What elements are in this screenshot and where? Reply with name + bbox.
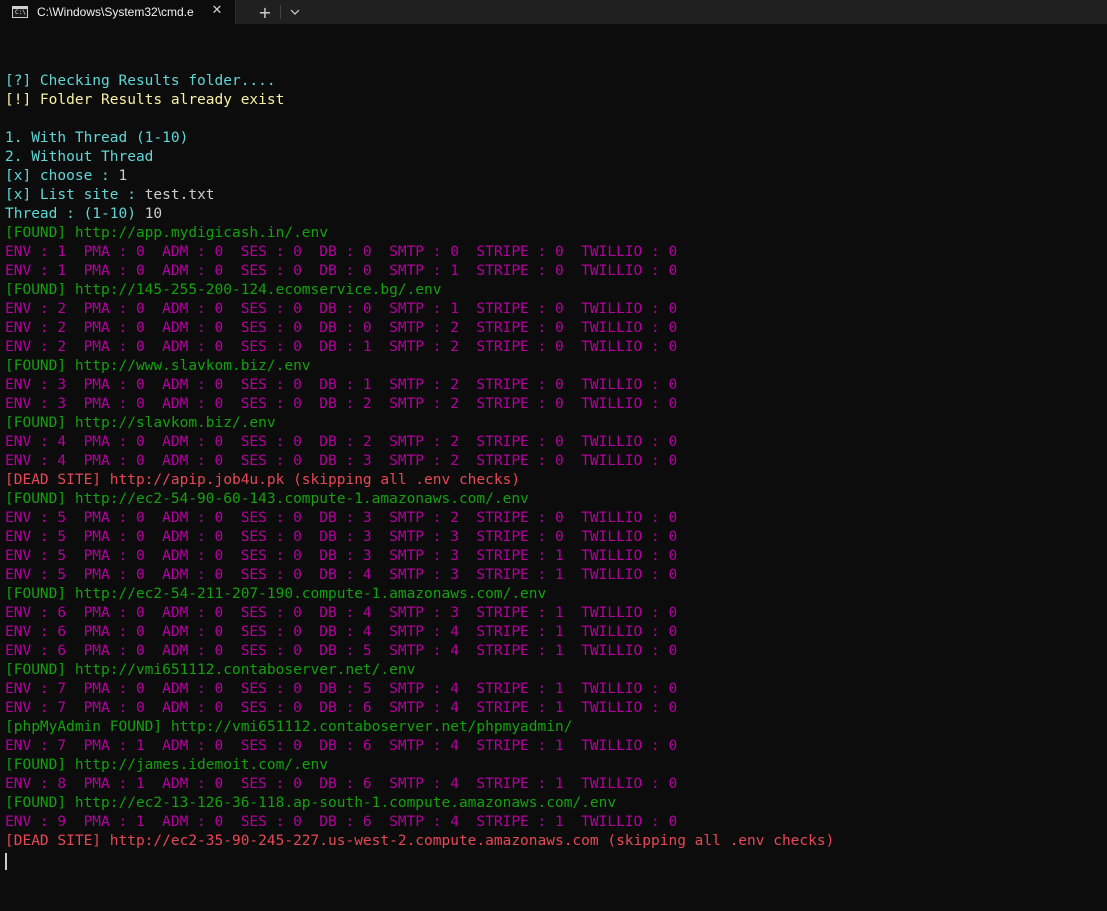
console-text: ENV : 1 PMA : 0 ADM : 0 SES : 0 DB : 0 S… [5, 263, 678, 279]
console-text: [FOUND] http://ec2-54-90-60-143.compute-… [5, 491, 529, 507]
console-text: [!] Folder Results already exist [5, 92, 285, 108]
text-cursor [5, 853, 7, 870]
console-text: ENV : 5 PMA : 0 ADM : 0 SES : 0 DB : 3 S… [5, 548, 678, 564]
console-text: ENV : 6 PMA : 0 ADM : 0 SES : 0 DB : 4 S… [5, 605, 678, 621]
console-line: [FOUND] http://ec2-13-126-36-118.ap-sout… [5, 794, 1107, 813]
console-text: ENV : 1 PMA : 0 ADM : 0 SES : 0 DB : 0 S… [5, 244, 678, 260]
console-line: ENV : 4 PMA : 0 ADM : 0 SES : 0 DB : 2 S… [5, 433, 1107, 452]
tab-title: C:\Windows\System32\cmd.e [37, 5, 194, 19]
console-text: ENV : 2 PMA : 0 ADM : 0 SES : 0 DB : 0 S… [5, 320, 678, 336]
console-line: ENV : 7 PMA : 1 ADM : 0 SES : 0 DB : 6 S… [5, 737, 1107, 756]
console-text: [DEAD SITE] http://ec2-35-90-245-227.us-… [5, 833, 835, 849]
console-line: ENV : 3 PMA : 0 ADM : 0 SES : 0 DB : 2 S… [5, 395, 1107, 414]
console-text: ENV : 2 PMA : 0 ADM : 0 SES : 0 DB : 1 S… [5, 339, 678, 355]
title-bar: C:\ C:\Windows\System32\cmd.e ✕ + [0, 0, 1107, 24]
console-text: ENV : 7 PMA : 0 ADM : 0 SES : 0 DB : 6 S… [5, 700, 678, 716]
console-line: [FOUND] http://www.slavkom.biz/.env [5, 357, 1107, 376]
console-text: [FOUND] http://www.slavkom.biz/.env [5, 358, 311, 374]
console-line: ENV : 3 PMA : 0 ADM : 0 SES : 0 DB : 1 S… [5, 376, 1107, 395]
console-line: [FOUND] http://ec2-54-211-207-190.comput… [5, 585, 1107, 604]
console-text: [DEAD SITE] http://apip.job4u.pk (skippi… [5, 472, 521, 488]
close-icon[interactable]: ✕ [209, 3, 225, 19]
console-line: [DEAD SITE] http://apip.job4u.pk (skippi… [5, 471, 1107, 490]
console-line: [FOUND] http://slavkom.biz/.env [5, 414, 1107, 433]
console-line: [DEAD SITE] http://ec2-35-90-245-227.us-… [5, 832, 1107, 851]
console-line: ENV : 1 PMA : 0 ADM : 0 SES : 0 DB : 0 S… [5, 243, 1107, 262]
console-line: ENV : 4 PMA : 0 ADM : 0 SES : 0 DB : 3 S… [5, 452, 1107, 471]
console-line: ENV : 2 PMA : 0 ADM : 0 SES : 0 DB : 0 S… [5, 300, 1107, 319]
tab-cmd[interactable]: C:\ C:\Windows\System32\cmd.e ✕ [0, 0, 236, 24]
terminal-window: C:\ C:\Windows\System32\cmd.e ✕ + [?] Ch… [0, 0, 1107, 911]
console-line: ENV : 7 PMA : 0 ADM : 0 SES : 0 DB : 5 S… [5, 680, 1107, 699]
console-line: ENV : 6 PMA : 0 ADM : 0 SES : 0 DB : 4 S… [5, 623, 1107, 642]
console-text: 10 [144, 206, 163, 222]
console-text: 1. With Thread (1-10) [5, 130, 189, 146]
console-text: ENV : 5 PMA : 0 ADM : 0 SES : 0 DB : 4 S… [5, 567, 678, 583]
console-text: ENV : 9 PMA : 1 ADM : 0 SES : 0 DB : 6 S… [5, 814, 678, 830]
console-text: [FOUND] http://145-255-200-124.ecomservi… [5, 282, 442, 298]
console-text: ENV : 7 PMA : 0 ADM : 0 SES : 0 DB : 5 S… [5, 681, 678, 697]
cmd-icon: C:\ [12, 6, 28, 18]
console-line: [phpMyAdmin FOUND] http://vmi651112.cont… [5, 718, 1107, 737]
console-line: [FOUND] http://ec2-54-90-60-143.compute-… [5, 490, 1107, 509]
prompt-line [5, 851, 1107, 870]
console-text: ENV : 7 PMA : 1 ADM : 0 SES : 0 DB : 6 S… [5, 738, 678, 754]
console-text: [FOUND] http://james.idemoit.com/.env [5, 757, 329, 773]
console-output[interactable]: [?] Checking Results folder.... [!] Folde… [5, 53, 1107, 911]
console-text: ENV : 4 PMA : 0 ADM : 0 SES : 0 DB : 3 S… [5, 453, 678, 469]
console-text: 2. Without Thread [5, 149, 154, 165]
console-line: ENV : 5 PMA : 0 ADM : 0 SES : 0 DB : 3 S… [5, 528, 1107, 547]
console-line: ENV : 5 PMA : 0 ADM : 0 SES : 0 DB : 4 S… [5, 566, 1107, 585]
console-text: ENV : 4 PMA : 0 ADM : 0 SES : 0 DB : 2 S… [5, 434, 678, 450]
console-line: ENV : 9 PMA : 1 ADM : 0 SES : 0 DB : 6 S… [5, 813, 1107, 832]
console-text: [FOUND] http://ec2-54-211-207-190.comput… [5, 586, 547, 602]
new-tab-button[interactable]: + [250, 0, 280, 24]
console-text: [?] Checking Results folder.... [5, 73, 276, 89]
console-text: 1 [118, 168, 128, 184]
console-text: [x] choose : [5, 168, 119, 184]
console-line: [FOUND] http://vmi651112.contaboserver.n… [5, 661, 1107, 680]
console-line: ENV : 7 PMA : 0 ADM : 0 SES : 0 DB : 6 S… [5, 699, 1107, 718]
console-line: [?] Checking Results folder.... [5, 72, 1107, 91]
console-line: [FOUND] http://145-255-200-124.ecomservi… [5, 281, 1107, 300]
console-line: 2. Without Thread [5, 148, 1107, 167]
console-line: [!] Folder Results already exist [5, 91, 1107, 110]
console-line: [x] choose : 1 [5, 167, 1107, 186]
chevron-down-icon[interactable] [281, 0, 309, 24]
console-line: [x] List site : test.txt [5, 186, 1107, 205]
cmd-icon-text: C:\ [15, 9, 26, 16]
console-text: [x] List site : [5, 187, 145, 203]
console-text: [phpMyAdmin FOUND] http://vmi651112.cont… [5, 719, 573, 735]
console-text: ENV : 5 PMA : 0 ADM : 0 SES : 0 DB : 3 S… [5, 529, 678, 545]
console-line: ENV : 5 PMA : 0 ADM : 0 SES : 0 DB : 3 S… [5, 509, 1107, 528]
console-line: [FOUND] http://james.idemoit.com/.env [5, 756, 1107, 775]
console-text: ENV : 6 PMA : 0 ADM : 0 SES : 0 DB : 4 S… [5, 624, 678, 640]
console-text: [FOUND] http://app.mydigicash.in/.env [5, 225, 329, 241]
console-text: ENV : 3 PMA : 0 ADM : 0 SES : 0 DB : 1 S… [5, 377, 678, 393]
console-line: ENV : 1 PMA : 0 ADM : 0 SES : 0 DB : 0 S… [5, 262, 1107, 281]
console-text: ENV : 2 PMA : 0 ADM : 0 SES : 0 DB : 0 S… [5, 301, 678, 317]
console-line: ENV : 5 PMA : 0 ADM : 0 SES : 0 DB : 3 S… [5, 547, 1107, 566]
console-line: ENV : 2 PMA : 0 ADM : 0 SES : 0 DB : 1 S… [5, 338, 1107, 357]
console-line: ENV : 6 PMA : 0 ADM : 0 SES : 0 DB : 4 S… [5, 604, 1107, 623]
console-text: [FOUND] http://vmi651112.contaboserver.n… [5, 662, 416, 678]
console-text: ENV : 8 PMA : 1 ADM : 0 SES : 0 DB : 6 S… [5, 776, 678, 792]
console-text: [FOUND] http://ec2-13-126-36-118.ap-sout… [5, 795, 617, 811]
console-line: Thread : (1-10) 10 [5, 205, 1107, 224]
console-text: ENV : 3 PMA : 0 ADM : 0 SES : 0 DB : 2 S… [5, 396, 678, 412]
console-text: ENV : 5 PMA : 0 ADM : 0 SES : 0 DB : 3 S… [5, 510, 678, 526]
console-text: Thread : (1-10) [5, 206, 145, 222]
console-line: ENV : 8 PMA : 1 ADM : 0 SES : 0 DB : 6 S… [5, 775, 1107, 794]
console-line: 1. With Thread (1-10) [5, 129, 1107, 148]
console-text: ENV : 6 PMA : 0 ADM : 0 SES : 0 DB : 5 S… [5, 643, 678, 659]
console-line: [FOUND] http://app.mydigicash.in/.env [5, 224, 1107, 243]
console-line: ENV : 2 PMA : 0 ADM : 0 SES : 0 DB : 0 S… [5, 319, 1107, 338]
console-text: test.txt [144, 187, 215, 203]
console-text: [FOUND] http://slavkom.biz/.env [5, 415, 276, 431]
console-line: ENV : 6 PMA : 0 ADM : 0 SES : 0 DB : 5 S… [5, 642, 1107, 661]
